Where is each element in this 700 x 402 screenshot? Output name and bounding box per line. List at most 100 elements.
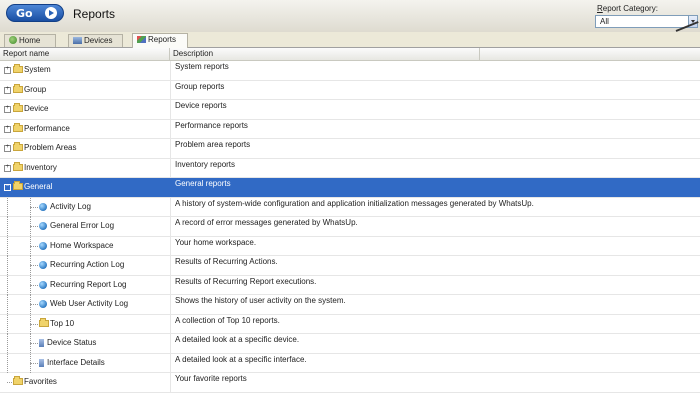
report-category-value: All: [600, 17, 609, 26]
page-title: Reports: [73, 7, 116, 21]
report-name-label: Group: [24, 84, 47, 94]
report-name-label: Activity Log: [50, 201, 91, 211]
globe-report-icon: [39, 241, 47, 250]
tree-row[interactable]: System System reports: [0, 61, 700, 81]
globe-report-icon: [39, 222, 47, 230]
go-label: Go: [16, 7, 33, 20]
tree-connector: [30, 226, 38, 227]
tree-connector: [7, 197, 8, 217]
tree-connector: [7, 334, 8, 353]
report-name-cell: Favorites: [0, 373, 171, 392]
title-bar: Go Reports Report Category: All: [0, 0, 700, 32]
report-name-label: Performance: [24, 123, 70, 133]
tree-connector: [7, 314, 8, 334]
tree-connector: [7, 353, 8, 373]
report-name-cell: Inventory: [0, 158, 171, 178]
tree-row[interactable]: Web User Activity Log Shows the history o…: [0, 295, 700, 315]
tree-row[interactable]: Activity Log A history of system-wide con…: [0, 197, 700, 217]
tree-row[interactable]: General Error Log A record of error messa…: [0, 217, 700, 237]
expand-icon[interactable]: [4, 125, 11, 133]
tree-connector: [7, 217, 8, 236]
description-cell: A detailed look at a specific interface.: [175, 354, 307, 364]
column-description[interactable]: Description: [170, 48, 480, 60]
tree-row[interactable]: Device Device reports: [0, 100, 700, 120]
tree-row[interactable]: Top 10 A collection of Top 10 reports.: [0, 314, 700, 334]
column-header: Report name Description: [0, 48, 700, 61]
report-name-label: Inventory: [24, 162, 57, 172]
report-name-cell: Recurring Report Log: [0, 275, 171, 295]
report-name-cell: General Error Log: [0, 217, 171, 236]
tab-devices[interactable]: Devices: [68, 34, 123, 47]
tree-connector: [30, 197, 31, 217]
tree-row[interactable]: Group Group reports: [0, 80, 700, 100]
report-name-label: Recurring Action Log: [50, 260, 125, 269]
tree-connector: [30, 353, 31, 373]
globe-report-icon: [39, 202, 47, 211]
expand-icon[interactable]: [4, 106, 11, 113]
devices-icon: [73, 37, 82, 44]
description-cell: Problem area reports: [175, 140, 251, 149]
report-category-label: Report Category:: [597, 4, 658, 13]
tree-connector: [30, 295, 31, 314]
device-icon: [39, 358, 44, 367]
tree-row[interactable]: Performance Performance reports: [0, 119, 700, 139]
expand-icon[interactable]: [4, 164, 11, 172]
description-cell: Group reports: [175, 81, 225, 91]
go-arrow-icon: [45, 7, 57, 19]
tree-connector: [7, 382, 12, 383]
folder-icon: [13, 181, 23, 190]
description-cell: General reports: [175, 179, 231, 188]
report-name-label: Top 10: [50, 318, 75, 328]
report-name-label: Home Workspace: [50, 240, 114, 250]
tab-reports[interactable]: Reports: [132, 33, 188, 48]
expand-icon[interactable]: [4, 67, 11, 74]
tab-bar: Home Devices Reports: [0, 32, 700, 48]
report-name-cell: Device Status: [0, 334, 171, 353]
description-cell: A history of system-wide configuration a…: [175, 198, 534, 208]
globe-report-icon: [39, 300, 47, 308]
tree-connector: [7, 256, 8, 275]
tree-connector: [30, 275, 31, 295]
tree-row[interactable]: Interface Details A detailed look at a sp…: [0, 353, 700, 373]
tree-row[interactable]: General General reports: [0, 178, 700, 198]
description-cell: Your favorite reports: [175, 374, 247, 383]
tree-connector: [7, 295, 8, 314]
column-report-name[interactable]: Report name: [0, 48, 170, 60]
expand-icon[interactable]: [4, 86, 11, 94]
expand-icon[interactable]: [4, 145, 11, 152]
reports-icon: [137, 36, 146, 43]
description-cell: Shows the history of user activity on th…: [175, 296, 346, 305]
tree-connector: [7, 275, 8, 295]
tree-connector: [30, 314, 31, 334]
tree-row[interactable]: Device Status A detailed look at a specif…: [0, 334, 700, 354]
tree-connector: [30, 256, 31, 275]
tree-connector: [30, 334, 31, 353]
device-icon: [39, 339, 44, 347]
folder-icon: [13, 83, 23, 93]
tree-connector: [30, 304, 38, 305]
tree-row[interactable]: Recurring Action Log Results of Recurring…: [0, 256, 700, 276]
report-name-label: General: [24, 182, 53, 191]
tree-connector: [30, 206, 38, 208]
go-button[interactable]: Go: [6, 4, 64, 22]
tree-row[interactable]: Favorites Your favorite reports: [0, 373, 700, 393]
tree-row[interactable]: Recurring Report Log Results of Recurring…: [0, 275, 700, 295]
report-name-cell: Group: [0, 80, 171, 100]
folder-icon: [13, 161, 23, 171]
folder-icon: [13, 142, 23, 151]
report-name-cell: Home Workspace: [0, 236, 171, 256]
tree-connector: [30, 343, 38, 344]
report-name-label: Problem Areas: [24, 143, 77, 152]
tab-home-label: Home: [19, 36, 41, 45]
collapse-icon[interactable]: [4, 184, 11, 191]
description-cell: A collection of Top 10 reports.: [175, 315, 280, 325]
tree-row[interactable]: Home Workspace Your home workspace.: [0, 236, 700, 256]
tree-connector: [30, 217, 31, 236]
description-cell: A record of error messages generated by …: [175, 218, 358, 227]
tab-home[interactable]: Home: [4, 34, 56, 47]
tree-connector: [30, 245, 38, 247]
report-category-label-rest: eport Category:: [602, 4, 658, 13]
tree-row[interactable]: Problem Areas Problem area reports: [0, 139, 700, 159]
report-name-cell: Top 10: [0, 314, 171, 334]
tree-row[interactable]: Inventory Inventory reports: [0, 158, 700, 178]
